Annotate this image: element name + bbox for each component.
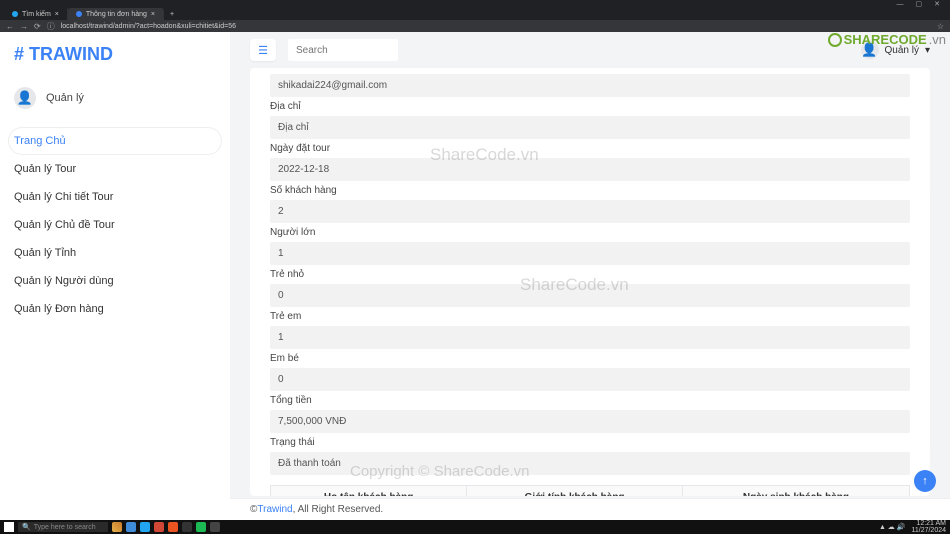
start-button[interactable]: [4, 522, 14, 532]
sidebar-item[interactable]: Quản lý Tour: [0, 155, 230, 183]
field-label: Ngày đặt tour: [270, 143, 910, 154]
forward-icon[interactable]: →: [20, 22, 28, 31]
sidebar: # TRAWIND Quản lý Trang ChủQuản lý TourQ…: [0, 32, 230, 520]
search-input[interactable]: [288, 39, 398, 61]
clock-date: 11/27/2024: [911, 527, 946, 534]
tab-label: Tìm kiếm: [22, 11, 51, 18]
main-area: ☰ Quản lý ▾ shikadai224@gmail.comĐịa chỉ…: [230, 32, 950, 520]
brand-logo[interactable]: # TRAWIND: [0, 44, 230, 79]
clock-time: 12:21 AM: [916, 520, 946, 527]
sidebar-item[interactable]: Quản lý Người dùng: [0, 267, 230, 295]
browser-tab[interactable]: Thông tin đơn hàng ×: [68, 8, 164, 20]
taskbar-app[interactable]: [140, 522, 150, 532]
field-label: Tổng tiền: [270, 395, 910, 406]
user-role: Quản lý: [46, 92, 84, 104]
table-header: Họ tên khách hàng: [271, 486, 467, 497]
avatar-icon: [14, 87, 36, 109]
field-label: Trẻ nhỏ: [270, 269, 910, 280]
new-tab-button[interactable]: +: [164, 11, 180, 18]
taskbar-search[interactable]: 🔍 Type here to search: [18, 522, 108, 532]
recycle-icon: [828, 33, 842, 47]
maximize-icon[interactable]: ▢: [916, 0, 923, 8]
table-header: Giới tính khách hàng: [467, 486, 683, 497]
scroll-top-button[interactable]: ↑: [914, 470, 936, 492]
field-value: 7,500,000 VNĐ: [270, 410, 910, 433]
windows-taskbar: 🔍 Type here to search ▲ ☁ 🔊 12:21 AM 11/…: [0, 520, 950, 534]
field-value: 1: [270, 326, 910, 349]
tab-icon: [76, 11, 82, 17]
close-icon[interactable]: ✕: [934, 0, 940, 8]
field-value: 1: [270, 242, 910, 265]
field-label: Địa chỉ: [270, 101, 910, 112]
tab-icon: [12, 11, 18, 17]
sidebar-user: Quản lý: [0, 79, 230, 127]
order-card: shikadai224@gmail.com Địa chỉ Địa chỉ Ngày …: [250, 68, 930, 496]
sidebar-item[interactable]: Quản lý Chi tiết Tour: [0, 183, 230, 211]
footer-brand-link[interactable]: Trawind: [257, 504, 292, 515]
sidebar-nav: Trang ChủQuản lý TourQuản lý Chi tiết To…: [0, 127, 230, 323]
star-icon[interactable]: ☆: [937, 22, 944, 31]
window-controls: — ▢ ✕: [0, 0, 950, 8]
taskbar-app[interactable]: [182, 522, 192, 532]
browser-tabs: Tìm kiếm × Thông tin đơn hàng × +: [0, 8, 950, 20]
url-text[interactable]: localhost/trawind/admin/?act=hoadon&xuli…: [61, 23, 931, 30]
back-icon[interactable]: ←: [6, 22, 14, 31]
sidebar-item[interactable]: Quản lý Đơn hàng: [0, 295, 230, 323]
taskbar-app[interactable]: [196, 522, 206, 532]
field-value: shikadai224@gmail.com: [270, 74, 910, 97]
minimize-icon[interactable]: —: [897, 1, 904, 8]
table-header-row: Họ tên khách hàngGiới tính khách hàngNgà…: [271, 486, 910, 497]
field-label: Trạng thái: [270, 437, 910, 448]
field-value: 2022-12-18: [270, 158, 910, 181]
sidebar-item[interactable]: Quản lý Tỉnh: [0, 239, 230, 267]
taskbar-app[interactable]: [210, 522, 220, 532]
field-value: Đã thanh toán: [270, 452, 910, 475]
customers-table: Họ tên khách hàngGiới tính khách hàngNgà…: [270, 485, 910, 496]
sidebar-item[interactable]: Quản lý Chủ đề Tour: [0, 211, 230, 239]
field-value: 0: [270, 368, 910, 391]
info-icon: ⓘ: [47, 21, 55, 32]
taskbar-app[interactable]: [154, 522, 164, 532]
tab-close-icon[interactable]: ×: [151, 11, 155, 18]
tab-label: Thông tin đơn hàng: [86, 11, 147, 18]
taskbar-app[interactable]: [112, 522, 122, 532]
reload-icon[interactable]: ⟳: [34, 22, 41, 31]
sidebar-item[interactable]: Trang Chủ: [8, 127, 222, 155]
field-label: Trẻ em: [270, 311, 910, 322]
system-tray[interactable]: ▲ ☁ 🔊 12:21 AM 11/27/2024: [879, 520, 946, 534]
app-viewport: SHARECODE.vn ShareCode.vn ShareCode.vn C…: [0, 32, 950, 520]
address-bar: ← → ⟳ ⓘ localhost/trawind/admin/?act=hoa…: [0, 20, 950, 32]
table-header: Ngày sinh khách hàng: [682, 486, 909, 497]
footer: © Trawind , All Right Reserved.: [230, 498, 950, 520]
field-value: 0: [270, 284, 910, 307]
tray-icons[interactable]: ▲ ☁ 🔊: [879, 523, 906, 531]
taskbar-app[interactable]: [126, 522, 136, 532]
menu-toggle-button[interactable]: ☰: [250, 39, 276, 61]
watermark-logo: SHARECODE.vn: [828, 32, 946, 47]
browser-tab[interactable]: Tìm kiếm ×: [4, 8, 68, 20]
taskbar-app[interactable]: [168, 522, 178, 532]
field-label: Em bé: [270, 353, 910, 364]
field-label: Người lớn: [270, 227, 910, 238]
field-label: Số khách hàng: [270, 185, 910, 196]
field-value: 2: [270, 200, 910, 223]
tab-close-icon[interactable]: ×: [55, 11, 59, 18]
field-value: Địa chỉ: [270, 116, 910, 139]
